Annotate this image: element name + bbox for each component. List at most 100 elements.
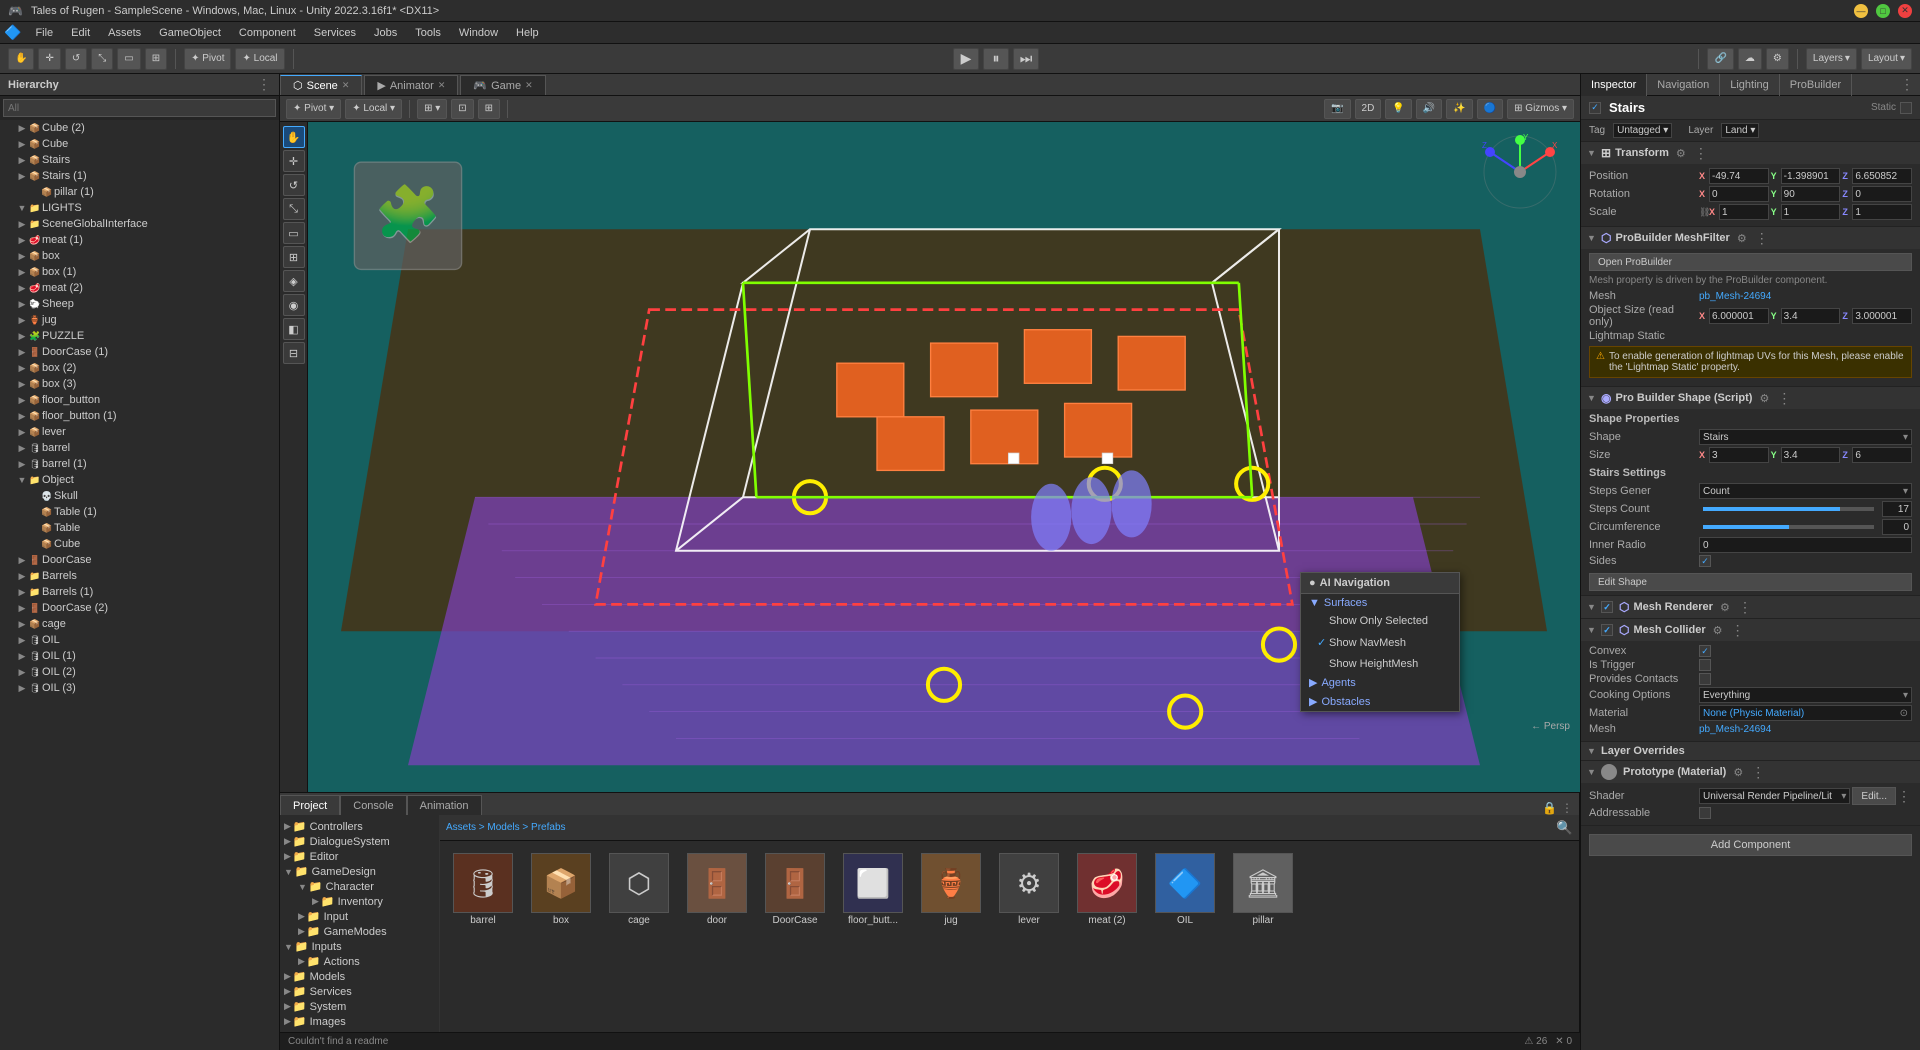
menu-help[interactable]: Help <box>508 25 547 41</box>
settings-btn[interactable]: ⚙ <box>1766 48 1789 70</box>
project-tree-item-13[interactable]: ▶ 📁 Images <box>280 1014 439 1029</box>
pos-x-val[interactable]: -49.74 <box>1709 168 1769 184</box>
object-enable-checkbox[interactable] <box>1589 102 1601 114</box>
tab-inspector[interactable]: Inspector <box>1581 74 1647 96</box>
scale-tool[interactable]: ⤡ <box>91 48 113 70</box>
tool-custom2[interactable]: ◉ <box>283 294 305 316</box>
asset-item-6[interactable]: 🏺 jug <box>916 849 986 930</box>
asset-item-2[interactable]: ⬡ cage <box>604 849 674 930</box>
hierarchy-item-table1[interactable]: 📦 Table (1) <box>0 504 279 520</box>
hierarchy-item-doorcase2[interactable]: ▶ 🚪 DoorCase (2) <box>0 600 279 616</box>
layer-overrides-header[interactable]: ▼ Layer Overrides <box>1581 742 1920 760</box>
project-tree-item-9[interactable]: ▶ 📁 Actions <box>280 954 439 969</box>
pos-z-val[interactable]: 6.650852 <box>1852 168 1912 184</box>
addressable-checkbox[interactable] <box>1699 807 1711 819</box>
ctx-show-heightmesh[interactable]: Show HeightMesh <box>1301 655 1459 673</box>
pb-mesh-val[interactable]: pb_Mesh-24694 <box>1699 291 1771 302</box>
fx-btn[interactable]: ✨ <box>1446 99 1472 119</box>
tool-rect[interactable]: ▭ <box>283 222 305 244</box>
hierarchy-item-cage[interactable]: ▶ 📦 cage <box>0 616 279 632</box>
prototype-gear[interactable]: ⚙ <box>1730 764 1746 780</box>
project-tree-item-12[interactable]: ▶ 📁 System <box>280 999 439 1014</box>
hierarchy-item-cube2[interactable]: ▶ 📦 Cube (2) <box>0 120 279 136</box>
tool-hand[interactable]: ✋ <box>283 126 305 148</box>
hierarchy-item-doorcase_obj[interactable]: ▶ 🚪 DoorCase <box>0 552 279 568</box>
menu-gameobject[interactable]: GameObject <box>151 25 229 41</box>
project-tree-item-10[interactable]: ▶ 📁 Models <box>280 969 439 984</box>
meshfilter-header[interactable]: ▼ ⬡ ProBuilder MeshFilter ⚙ ⋮ <box>1581 227 1920 249</box>
hierarchy-item-cube3[interactable]: 📦 Cube <box>0 536 279 552</box>
tool-custom4[interactable]: ⊟ <box>283 342 305 364</box>
circumf-slider[interactable] <box>1703 525 1874 529</box>
layers-btn[interactable]: Layers ▾ <box>1806 48 1857 70</box>
local-dropdown[interactable]: ✦ Local ▾ <box>345 99 402 119</box>
hierarchy-search-input[interactable] <box>3 99 276 117</box>
hierarchy-item-skull[interactable]: 💀 Skull <box>0 488 279 504</box>
hierarchy-item-stairs1[interactable]: ▶ 📦 Stairs (1) <box>0 168 279 184</box>
tab-project[interactable]: Project <box>280 795 340 815</box>
scene-gizmo[interactable]: X Y Z <box>1480 132 1560 212</box>
ctx-obstacles[interactable]: ▶ Obstacles <box>1301 692 1459 711</box>
hierarchy-item-oil[interactable]: ▶ 🛢 OIL <box>0 632 279 648</box>
steps-slider[interactable] <box>1703 507 1874 511</box>
tab-probuilder[interactable]: ProBuilder <box>1780 74 1852 96</box>
asset-item-1[interactable]: 📦 box <box>526 849 596 930</box>
ctx-surfaces[interactable]: ▼ Surfaces <box>1301 594 1459 612</box>
tab-animator[interactable]: ▶ Animator ✕ <box>364 75 458 95</box>
transform-dots[interactable]: ⋮ <box>1693 145 1709 161</box>
hierarchy-item-object[interactable]: ▼ 📁 Object <box>0 472 279 488</box>
transform-gear[interactable]: ⚙ <box>1673 145 1689 161</box>
tool-rotate[interactable]: ↺ <box>283 174 305 196</box>
snap-btn[interactable]: ⊡ <box>451 99 473 119</box>
mesh-collider-enable[interactable] <box>1601 624 1613 636</box>
project-tree-item-11[interactable]: ▶ 📁 Services <box>280 984 439 999</box>
scene-view-btn[interactable]: 🔵 <box>1477 99 1503 119</box>
tag-selector[interactable]: Untagged ▾ <box>1613 123 1672 138</box>
hierarchy-item-cube[interactable]: ▶ 📦 Cube <box>0 136 279 152</box>
align-btn[interactable]: ⊞ <box>478 99 500 119</box>
menu-assets[interactable]: Assets <box>100 25 149 41</box>
assets-search-btn[interactable]: 🔍 <box>1556 820 1573 836</box>
static-checkbox[interactable] <box>1900 102 1912 114</box>
tool-move[interactable]: ✛ <box>283 150 305 172</box>
hierarchy-item-barrels1[interactable]: ▶ 📁 Barrels (1) <box>0 584 279 600</box>
tab-animation[interactable]: Animation <box>407 795 482 815</box>
asset-item-10[interactable]: 🏛 pillar <box>1228 849 1298 930</box>
layer-selector[interactable]: Land ▾ <box>1721 123 1759 138</box>
steps-count-val[interactable]: 17 <box>1882 501 1912 517</box>
cooking-select[interactable]: Everything ▾ <box>1699 687 1912 703</box>
hierarchy-item-pillar1[interactable]: 📦 pillar (1) <box>0 184 279 200</box>
menu-file[interactable]: File <box>27 25 61 41</box>
menu-jobs[interactable]: Jobs <box>366 25 405 41</box>
rot-x-val[interactable]: 0 <box>1709 186 1769 202</box>
edit-shape-btn[interactable]: Edit Shape <box>1589 573 1912 591</box>
menu-tools[interactable]: Tools <box>407 25 449 41</box>
tab-navigation[interactable]: Navigation <box>1647 74 1720 96</box>
tool-custom1[interactable]: ◈ <box>283 270 305 292</box>
hierarchy-item-box[interactable]: ▶ 📦 box <box>0 248 279 264</box>
asset-item-9[interactable]: 🔷 OIL <box>1150 849 1220 930</box>
menu-edit[interactable]: Edit <box>63 25 98 41</box>
ctx-agents[interactable]: ▶ Agents <box>1301 673 1459 692</box>
mesh-renderer-gear[interactable]: ⚙ <box>1717 599 1733 615</box>
mesh-renderer-enable[interactable] <box>1601 601 1613 613</box>
tool-custom3[interactable]: ◧ <box>283 318 305 340</box>
steps-gen-select[interactable]: Count ▾ <box>1699 483 1912 499</box>
play-button[interactable]: ▶ <box>953 48 979 70</box>
sh-sy-val[interactable]: 3.4 <box>1781 447 1841 463</box>
pivot-dropdown[interactable]: ✦ Pivot ▾ <box>286 99 341 119</box>
hand-tool[interactable]: ✋ <box>8 48 34 70</box>
project-tree-item-2[interactable]: ▶ 📁 Editor <box>280 849 439 864</box>
mc-mesh-val[interactable]: pb_Mesh-24694 <box>1699 724 1771 735</box>
hierarchy-item-barrel1[interactable]: ▶ 🛢 barrel (1) <box>0 456 279 472</box>
mc-material-select[interactable]: None (Physic Material) ⊙ <box>1699 705 1912 721</box>
local-btn[interactable]: ✦ Local <box>235 48 284 70</box>
rect-tool[interactable]: ▭ <box>117 48 140 70</box>
shader-edit-btn[interactable]: Edit... <box>1852 787 1896 805</box>
gizmo-vis-btn[interactable]: ⊞ Gizmos ▾ <box>1507 99 1574 119</box>
light-btn[interactable]: 💡 <box>1385 99 1411 119</box>
move-tool[interactable]: ✛ <box>38 48 60 70</box>
audio-btn[interactable]: 🔊 <box>1416 99 1442 119</box>
asset-item-0[interactable]: 🛢 barrel <box>448 849 518 930</box>
mesh-collider-gear[interactable]: ⚙ <box>1710 622 1726 638</box>
